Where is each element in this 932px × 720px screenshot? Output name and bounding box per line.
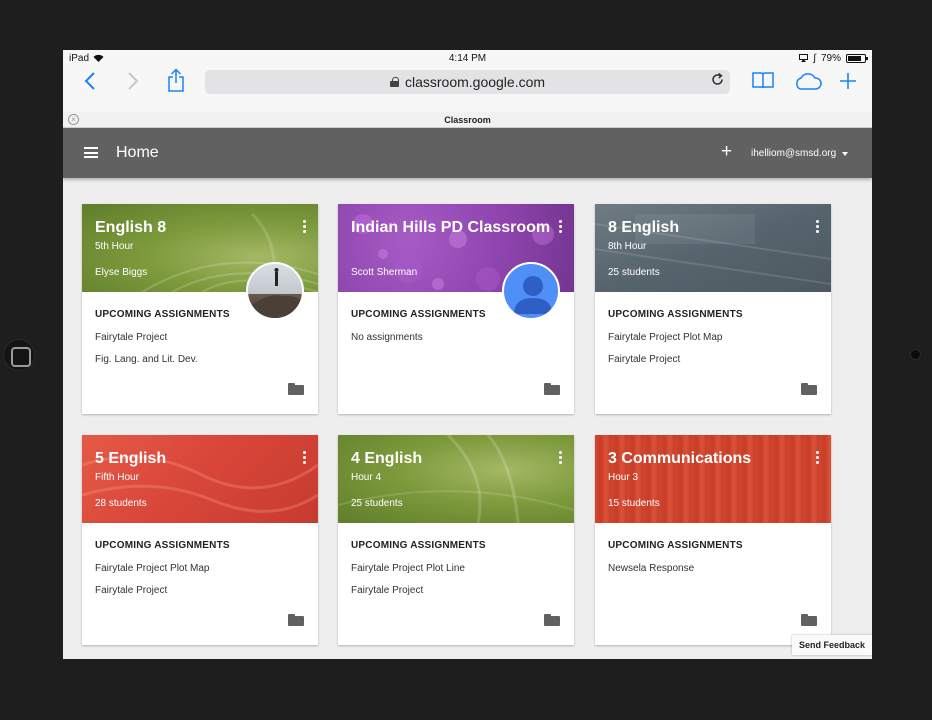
more-options-icon[interactable]: [303, 451, 306, 466]
avatar: [502, 262, 560, 320]
class-section: Hour 3: [608, 472, 639, 483]
class-name: 8 English: [608, 219, 680, 236]
folder-icon[interactable]: [544, 383, 560, 395]
assignment-link[interactable]: Fairytale Project: [95, 332, 305, 343]
class-name: English 8: [95, 219, 167, 236]
class-card-indian-hills-pd[interactable]: Indian Hills PD Classroom Scott Sherman …: [338, 204, 574, 414]
close-tab-icon[interactable]: ×: [68, 114, 79, 125]
card-body: UPCOMING ASSIGNMENTS Fairytale Project P…: [595, 292, 831, 365]
class-teacher: Scott Sherman: [351, 267, 418, 278]
assignment-link[interactable]: Newsela Response: [608, 563, 818, 574]
class-section: Hour 4: [351, 472, 382, 483]
bookmarks-button[interactable]: [752, 72, 774, 89]
upcoming-assignments-heading: UPCOMING ASSIGNMENTS: [351, 540, 486, 551]
folder-icon[interactable]: [544, 614, 560, 626]
share-button[interactable]: [167, 68, 185, 92]
class-card-english-8[interactable]: English 8 5th Hour Elyse Biggs UPCOMING …: [82, 204, 318, 414]
card-body: UPCOMING ASSIGNMENTS Newsela Response: [595, 523, 831, 574]
assignment-link[interactable]: Fairytale Project Plot Map: [95, 563, 305, 574]
more-options-icon[interactable]: [816, 220, 819, 235]
more-options-icon[interactable]: [303, 220, 306, 235]
student-count: 15 students: [608, 498, 660, 509]
class-name: 4 English: [351, 450, 423, 467]
back-button[interactable]: [84, 72, 96, 90]
more-options-icon[interactable]: [559, 220, 562, 235]
card-header: 8 English 8th Hour 25 students: [595, 204, 831, 292]
class-name: 5 English: [95, 450, 167, 467]
student-count: 25 students: [608, 267, 660, 278]
class-section: 5th Hour: [95, 241, 134, 252]
assignment-link[interactable]: Fairytale Project: [95, 585, 305, 596]
folder-icon[interactable]: [801, 614, 817, 626]
student-count: 28 students: [95, 498, 147, 509]
assignment-link[interactable]: Fairytale Project: [608, 354, 818, 365]
address-bar[interactable]: classroom.google.com: [205, 70, 730, 94]
more-options-icon[interactable]: [816, 451, 819, 466]
url-text: classroom.google.com: [404, 74, 546, 90]
status-bar: iPad 4:14 PM ∫ 79%: [63, 50, 872, 66]
menu-icon[interactable]: [84, 147, 98, 158]
class-card-8-english[interactable]: 8 English 8th Hour 25 students UPCOMING …: [595, 204, 831, 414]
chevron-down-icon: [842, 151, 849, 156]
home-button[interactable]: [4, 340, 34, 370]
folder-icon[interactable]: [288, 383, 304, 395]
upcoming-assignments-heading: UPCOMING ASSIGNMENTS: [608, 309, 743, 320]
card-header: 5 English Fifth Hour 28 students: [82, 435, 318, 523]
assignment-link[interactable]: Fairytale Project: [351, 585, 561, 596]
browser-toolbar: classroom.google.com: [63, 66, 872, 112]
front-camera: [911, 350, 920, 359]
account-email: ihelliom@smsd.org: [751, 148, 837, 159]
card-header: 3 Communications Hour 3 15 students: [595, 435, 831, 523]
send-feedback-button[interactable]: Send Feedback: [791, 635, 872, 655]
forward-button[interactable]: [127, 72, 139, 90]
upcoming-assignments-heading: UPCOMING ASSIGNMENTS: [95, 540, 230, 551]
page-title: Home: [116, 144, 159, 161]
upcoming-assignments-heading: UPCOMING ASSIGNMENTS: [608, 540, 743, 551]
folder-icon[interactable]: [801, 383, 817, 395]
class-section: 8th Hour: [608, 241, 647, 252]
class-card-3-communications[interactable]: 3 Communications Hour 3 15 students UPCO…: [595, 435, 831, 645]
more-options-icon[interactable]: [559, 451, 562, 466]
status-time: 4:14 PM: [448, 52, 487, 64]
account-menu[interactable]: ihelliom@smsd.org: [751, 148, 849, 159]
assignment-link[interactable]: Fairytale Project Plot Line: [351, 563, 561, 574]
app-header: Home + ihelliom@smsd.org: [63, 128, 872, 178]
assignment-link: No assignments: [351, 332, 423, 343]
tab-title[interactable]: Classroom: [444, 115, 491, 125]
assignment-link[interactable]: Fairytale Project Plot Map: [608, 332, 818, 343]
student-count: 25 students: [351, 498, 403, 509]
avatar: [246, 262, 304, 320]
lock-icon: [389, 77, 399, 87]
assignment-link[interactable]: Fig. Lang. and Lit. Dev.: [95, 354, 305, 365]
cloud-tabs-button[interactable]: [793, 73, 823, 90]
battery-icon: [846, 53, 868, 63]
reload-icon[interactable]: [711, 73, 724, 86]
tab-bar: × Classroom: [63, 112, 872, 128]
class-teacher: Elyse Biggs: [95, 267, 148, 278]
class-name: 3 Communications: [608, 450, 752, 467]
class-card-4-english[interactable]: 4 English Hour 4 25 students UPCOMING AS…: [338, 435, 574, 645]
add-class-icon[interactable]: +: [721, 142, 732, 161]
card-body: UPCOMING ASSIGNMENTS Fairytale Project P…: [338, 523, 574, 596]
new-tab-button[interactable]: [839, 72, 857, 90]
class-card-5-english[interactable]: 5 English Fifth Hour 28 students UPCOMIN…: [82, 435, 318, 645]
class-name: Indian Hills PD Classroom: [351, 219, 551, 236]
card-header: 4 English Hour 4 25 students: [338, 435, 574, 523]
class-section: Fifth Hour: [95, 472, 139, 483]
folder-icon[interactable]: [288, 614, 304, 626]
card-body: UPCOMING ASSIGNMENTS Fairytale Project P…: [82, 523, 318, 596]
ipad-screen: iPad 4:14 PM ∫ 79% classroom.google.com …: [63, 50, 872, 659]
